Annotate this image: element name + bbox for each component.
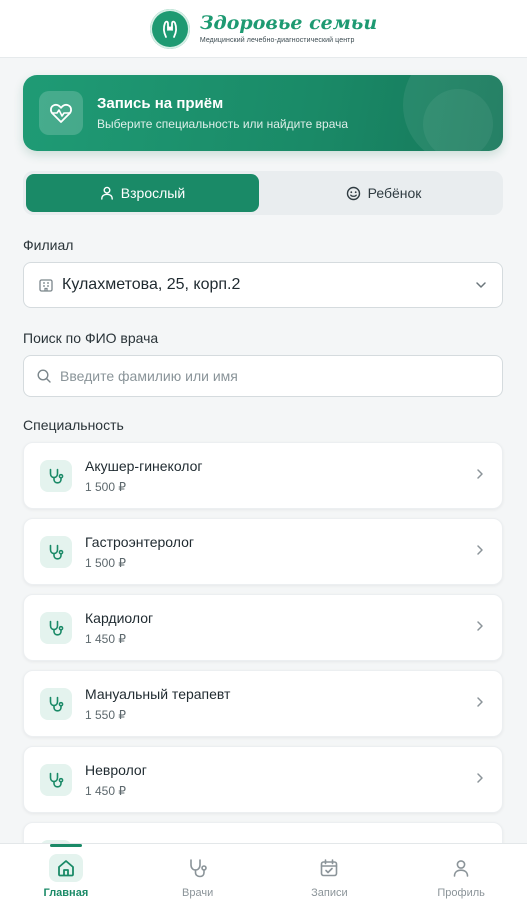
- specialty-price: 1 450 ₽: [85, 783, 126, 798]
- child-tab[interactable]: Ребёнок: [267, 174, 500, 212]
- building-icon: [39, 279, 53, 292]
- banner-title: Запись на приём: [97, 95, 224, 112]
- specialty-price: 1 550 ₽: [85, 707, 126, 722]
- specialty-name: Акушер-гинеколог: [85, 457, 203, 474]
- stethoscope-icon: [40, 459, 72, 492]
- logo: Здоровье семьи Медицинский лечебно-диагн…: [199, 11, 378, 44]
- branch-label: Филиал: [23, 237, 74, 253]
- doctor-search-input[interactable]: [60, 368, 490, 384]
- patient-type-toggle: Взрослый Ребёнок: [23, 171, 503, 215]
- logo-icon: [149, 8, 190, 49]
- app-header: Здоровье семьи Медицинский лечебно-диагн…: [0, 0, 527, 58]
- nav-home[interactable]: Главная: [0, 844, 132, 908]
- chevron-right-icon: [474, 771, 486, 789]
- specialty-card[interactable]: Мануальный терапевт 1 550 ₽: [23, 670, 503, 737]
- specialty-card[interactable]: Невролог 1 450 ₽: [23, 746, 503, 813]
- stethoscope-icon: [40, 611, 72, 644]
- chevron-right-icon: [474, 619, 486, 637]
- specialty-price: 1 450 ₽: [85, 631, 126, 646]
- specialty-list: Акушер-гинеколог 1 500 ₽ Гастроэнтеролог 1 …: [23, 442, 503, 889]
- specialty-card[interactable]: Акушер-гинеколог 1 500 ₽: [23, 442, 503, 509]
- logo-subtitle: Медицинский лечебно-диагностический цент…: [199, 36, 355, 44]
- nav-profile-label: Профиль: [437, 886, 485, 899]
- home-icon: [57, 859, 74, 876]
- specialty-name: Гастроэнтеролог: [85, 533, 194, 550]
- stethoscope-icon: [40, 687, 72, 720]
- calendar-check-icon: [321, 858, 338, 876]
- logo-title: Здоровье семьи: [199, 11, 378, 34]
- adult-tab[interactable]: Взрослый: [26, 174, 259, 212]
- search-icon: [37, 369, 51, 383]
- chevron-down-icon: [476, 282, 486, 288]
- specialty-name: Мануальный терапевт: [85, 685, 231, 702]
- specialty-price: 1 500 ₽: [85, 555, 126, 570]
- nav-home-label: Главная: [43, 886, 89, 899]
- chevron-right-icon: [474, 543, 486, 561]
- user-icon: [453, 859, 469, 877]
- bottom-navigation: Главная Врачи Записи Профиль: [0, 843, 527, 908]
- specialty-price: 1 500 ₽: [85, 479, 126, 494]
- specialty-label: Специальность: [23, 417, 124, 433]
- nav-doctors-label: Врачи: [182, 886, 214, 899]
- heart-pulse-icon: [39, 91, 83, 135]
- chevron-right-icon: [474, 695, 486, 713]
- branch-select[interactable]: Кулахметова, 25, корп.2: [23, 262, 503, 308]
- specialty-card[interactable]: Гастроэнтеролог 1 500 ₽: [23, 518, 503, 585]
- nav-profile[interactable]: Профиль: [395, 844, 527, 908]
- stethoscope-icon: [40, 535, 72, 568]
- nav-appointments[interactable]: Записи: [264, 844, 396, 908]
- appointment-banner: Запись на приём Выберите специальность и…: [23, 75, 503, 151]
- specialty-name: Невролог: [85, 761, 147, 778]
- specialty-card[interactable]: Кардиолог 1 450 ₽: [23, 594, 503, 661]
- smile-icon: [346, 186, 360, 200]
- nav-appointments-label: Записи: [311, 886, 348, 899]
- stethoscope-icon: [40, 763, 72, 796]
- stethoscope-icon: [189, 858, 207, 877]
- main-content: Запись на приём Выберите специальность и…: [0, 58, 527, 889]
- branch-value: Кулахметова, 25, корп.2: [62, 276, 241, 293]
- nav-doctors[interactable]: Врачи: [132, 844, 264, 908]
- chevron-right-icon: [474, 467, 486, 485]
- child-tab-label: Ребёнок: [367, 185, 422, 201]
- specialty-name: Кардиолог: [85, 609, 154, 626]
- doctor-search-label: Поиск по ФИО врача: [23, 330, 159, 346]
- user-icon: [100, 186, 113, 200]
- banner-subtitle: Выберите специальность или найдите врача: [97, 117, 349, 131]
- adult-tab-label: Взрослый: [120, 185, 186, 201]
- doctor-search-field: [23, 355, 503, 397]
